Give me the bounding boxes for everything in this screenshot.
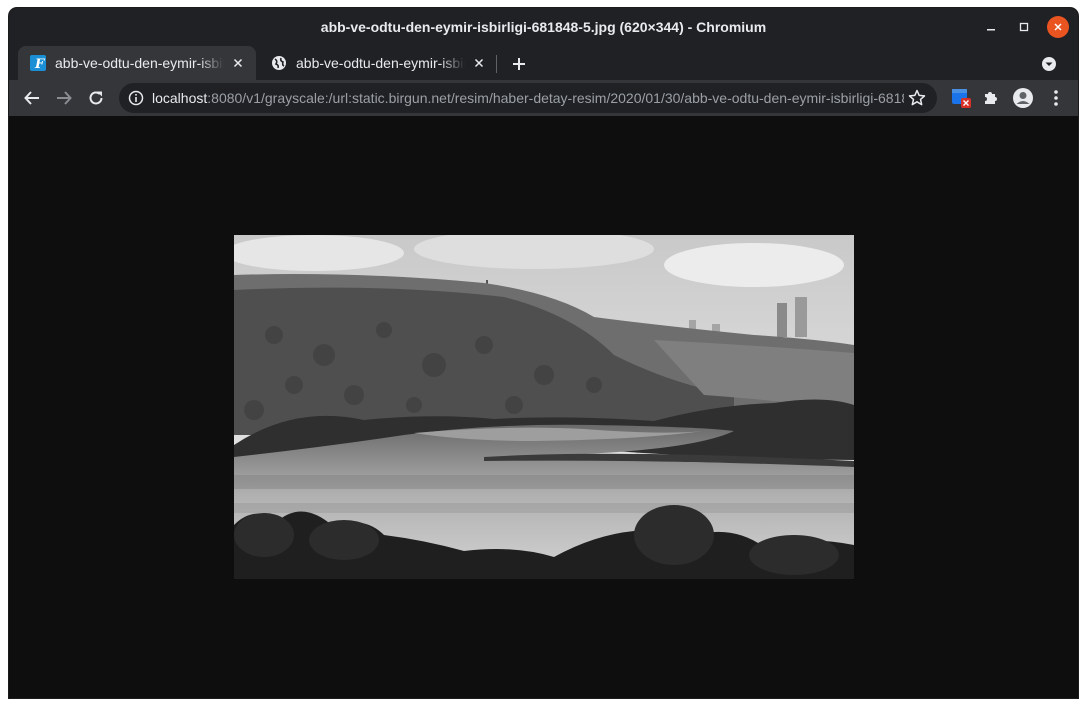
tab-close-icon[interactable]	[471, 55, 487, 71]
close-button[interactable]	[1047, 16, 1069, 38]
url-host: localhost	[152, 90, 208, 106]
tab-label: abb-ve-odtu-den-eymir-isbirligi-681848-5…	[296, 55, 465, 71]
maximize-icon	[1019, 22, 1029, 32]
extensions-menu-button[interactable]	[977, 84, 1005, 112]
grayscale-landscape-image[interactable]	[234, 235, 854, 579]
star-icon	[908, 89, 926, 106]
minimize-button[interactable]	[980, 16, 1002, 38]
back-icon	[24, 91, 39, 105]
plus-icon	[513, 58, 525, 70]
url-text[interactable]: localhost:8080/v1/grayscale:/url:static.…	[152, 83, 904, 113]
tab-separator	[496, 55, 497, 73]
tab-search-button[interactable]	[1039, 54, 1059, 74]
puzzle-icon	[985, 92, 997, 104]
menu-icon	[1054, 90, 1058, 106]
globe-icon	[271, 55, 287, 71]
reload-icon	[89, 91, 103, 105]
extension-button[interactable]	[947, 84, 975, 112]
forward-button[interactable]	[50, 84, 78, 112]
minimize-icon	[987, 29, 995, 31]
chevron-down-icon	[1042, 57, 1056, 71]
title-bar: abb-ve-odtu-den-eymir-isbirligi-681848-5…	[9, 8, 1078, 44]
maximize-button[interactable]	[1013, 16, 1035, 38]
forward-icon	[57, 91, 72, 105]
close-icon	[1054, 23, 1062, 31]
back-button[interactable]	[18, 84, 46, 112]
tab-inactive[interactable]: abb-ve-odtu-den-eymir-isbirligi-681848-5…	[259, 46, 497, 80]
new-tab-button[interactable]	[507, 52, 531, 76]
tab-strip: F abb-ve-odtu-den-eymir-isbirligi-681848…	[9, 44, 1078, 80]
tab-active[interactable]: F abb-ve-odtu-den-eymir-isbirligi-681848…	[18, 46, 256, 80]
browser-menu-button[interactable]	[1042, 84, 1070, 112]
profile-icon	[1013, 88, 1033, 108]
profile-button[interactable]	[1009, 84, 1037, 112]
tab-label: abb-ve-odtu-den-eymir-isbirligi-681848-5…	[55, 55, 224, 71]
svg-text:F: F	[34, 57, 45, 71]
browser-window: abb-ve-odtu-den-eymir-isbirligi-681848-5…	[9, 8, 1078, 698]
tab-close-icon[interactable]	[230, 55, 246, 71]
bookmark-star-button[interactable]	[907, 88, 927, 108]
reload-button[interactable]	[82, 84, 110, 112]
url-path: :8080/v1/grayscale:/url:static.birgun.ne…	[207, 90, 904, 106]
f-logo-icon: F	[30, 55, 46, 71]
window-title: abb-ve-odtu-den-eymir-isbirligi-681848-5…	[320, 19, 767, 35]
extension-badge-icon	[952, 89, 971, 108]
info-icon[interactable]	[127, 89, 145, 107]
page-viewport	[9, 116, 1078, 698]
